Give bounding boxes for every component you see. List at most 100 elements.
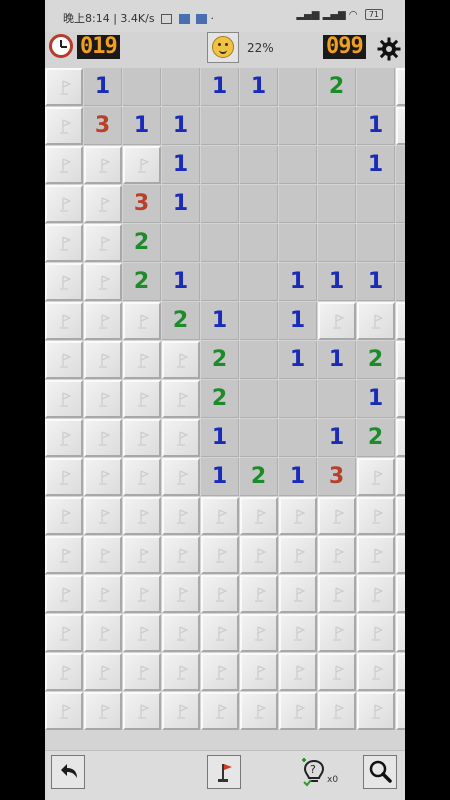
cell-number[interactable]: 1 (162, 185, 200, 223)
cell-hidden[interactable] (318, 614, 356, 652)
cell-hidden[interactable] (123, 575, 161, 613)
cell-hidden[interactable] (84, 185, 122, 223)
cell-number[interactable]: 3 (84, 107, 122, 145)
cell-hidden[interactable] (279, 692, 317, 730)
cell-open[interactable] (240, 185, 278, 223)
cell-number[interactable]: 1 (318, 341, 356, 379)
cell-hidden[interactable] (396, 497, 405, 535)
cell-open[interactable] (201, 185, 239, 223)
cell-number[interactable]: 1 (201, 302, 239, 340)
cell-number[interactable]: 2 (357, 419, 395, 457)
cell-hidden[interactable] (45, 107, 83, 145)
cell-hidden[interactable] (396, 575, 405, 613)
cell-hidden[interactable] (162, 380, 200, 418)
cell-number[interactable]: 2 (201, 341, 239, 379)
cell-number[interactable]: 1 (201, 419, 239, 457)
cell-open[interactable] (240, 302, 278, 340)
cell-hidden[interactable] (84, 224, 122, 262)
cell-hidden[interactable] (84, 380, 122, 418)
cell-hidden[interactable] (45, 653, 83, 691)
cell-hidden[interactable] (45, 380, 83, 418)
cell-hidden[interactable] (84, 692, 122, 730)
cell-number[interactable]: 1 (162, 263, 200, 301)
cell-hidden[interactable] (318, 692, 356, 730)
undo-button[interactable] (51, 755, 85, 789)
cell-open[interactable] (318, 185, 356, 223)
cell-hidden[interactable] (123, 458, 161, 496)
cell-hidden[interactable] (357, 497, 395, 535)
flag-mode-button[interactable] (207, 755, 241, 789)
cell-open[interactable] (240, 107, 278, 145)
cell-hidden[interactable] (123, 614, 161, 652)
cell-hidden[interactable] (45, 263, 83, 301)
cell-number[interactable]: 1 (123, 107, 161, 145)
cell-hidden[interactable] (201, 614, 239, 652)
cell-hidden[interactable] (357, 575, 395, 613)
cell-open[interactable] (240, 224, 278, 262)
cell-hidden[interactable] (357, 302, 395, 340)
cell-hidden[interactable] (123, 341, 161, 379)
cell-number[interactable]: 1 (201, 68, 239, 106)
cell-hidden[interactable] (318, 536, 356, 574)
cell-number[interactable]: 1 (162, 107, 200, 145)
cell-hidden[interactable] (279, 614, 317, 652)
cell-hidden[interactable] (240, 575, 278, 613)
cell-hidden[interactable] (201, 575, 239, 613)
cell-hidden[interactable] (123, 419, 161, 457)
cell-hidden[interactable] (162, 692, 200, 730)
cell-open[interactable] (357, 224, 395, 262)
cell-hidden[interactable] (123, 380, 161, 418)
cell-hidden[interactable] (45, 224, 83, 262)
cell-hidden[interactable] (84, 146, 122, 184)
cell-hidden[interactable] (357, 614, 395, 652)
cell-number[interactable]: 1 (84, 68, 122, 106)
cell-hidden[interactable] (240, 614, 278, 652)
cell-number[interactable]: 2 (396, 185, 405, 223)
cell-hidden[interactable] (45, 419, 83, 457)
cell-number[interactable]: 2 (318, 68, 356, 106)
cell-number[interactable]: 2 (201, 380, 239, 418)
cell-hidden[interactable] (240, 536, 278, 574)
cell-number[interactable]: 2 (240, 458, 278, 496)
cell-hidden[interactable] (45, 185, 83, 223)
cell-hidden[interactable] (123, 653, 161, 691)
cell-hidden[interactable] (162, 575, 200, 613)
cell-hidden[interactable] (318, 302, 356, 340)
cell-open[interactable] (201, 263, 239, 301)
cell-hidden[interactable] (45, 536, 83, 574)
cell-hidden[interactable] (318, 497, 356, 535)
cell-number[interactable]: 1 (318, 419, 356, 457)
cell-open[interactable] (318, 107, 356, 145)
cell-hidden[interactable] (396, 653, 405, 691)
cell-hidden[interactable] (396, 458, 405, 496)
cell-hidden[interactable] (45, 458, 83, 496)
cell-hidden[interactable] (279, 653, 317, 691)
cell-hidden[interactable] (396, 419, 405, 457)
cell-number[interactable]: 1 (357, 380, 395, 418)
cell-hidden[interactable] (84, 536, 122, 574)
cell-hidden[interactable] (162, 419, 200, 457)
cell-hidden[interactable] (279, 497, 317, 535)
cell-number[interactable]: 2 (162, 302, 200, 340)
cell-hidden[interactable] (396, 380, 405, 418)
cell-hidden[interactable] (45, 614, 83, 652)
cell-open[interactable] (240, 263, 278, 301)
cell-open[interactable] (318, 380, 356, 418)
cell-hidden[interactable] (123, 146, 161, 184)
cell-hidden[interactable] (240, 653, 278, 691)
cell-hidden[interactable] (45, 302, 83, 340)
cell-hidden[interactable] (162, 458, 200, 496)
cell-open[interactable] (318, 146, 356, 184)
cell-hidden[interactable] (162, 341, 200, 379)
cell-number[interactable]: 3 (396, 263, 405, 301)
magnifier-button[interactable] (363, 755, 397, 789)
cell-open[interactable] (240, 146, 278, 184)
cell-hidden[interactable] (396, 107, 405, 145)
cell-open[interactable] (279, 419, 317, 457)
cell-hidden[interactable] (357, 653, 395, 691)
cell-hidden[interactable] (123, 692, 161, 730)
cell-open[interactable] (162, 68, 200, 106)
cell-number[interactable]: 2 (396, 146, 405, 184)
cell-hidden[interactable] (279, 575, 317, 613)
cell-number[interactable]: 1 (279, 302, 317, 340)
